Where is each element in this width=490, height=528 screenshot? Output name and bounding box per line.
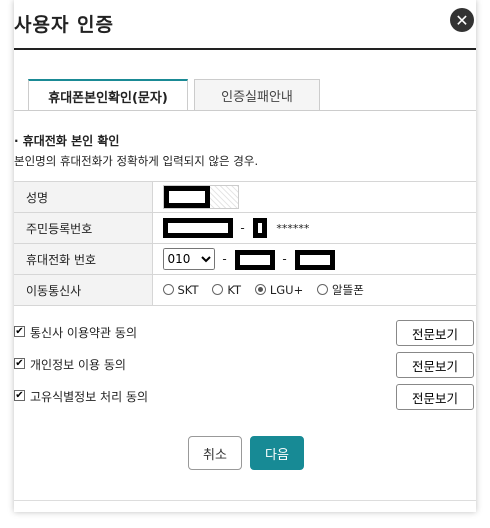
tab-phone-verify[interactable]: 휴대폰본인확인(문자): [28, 79, 188, 111]
rrn-dash: -: [240, 220, 245, 235]
carrier-radio-lgu[interactable]: LGU+: [254, 282, 304, 297]
radio-circle: [317, 284, 329, 296]
carrier-option-label: KT: [227, 282, 241, 297]
agreement-row-unique-id: ✔ 고유식별정보 처리 동의 전문보기: [14, 384, 476, 410]
bottom-divider: [14, 500, 476, 501]
rrn-label: 주민등록번호: [14, 212, 152, 244]
rrn-row: 주민등록번호 - ******: [14, 212, 476, 244]
radio-circle: [212, 284, 224, 296]
privacy-checkbox[interactable]: ✔: [14, 358, 25, 369]
phone-dash-2: -: [282, 252, 287, 266]
title-divider: [14, 48, 476, 50]
tab-divider: [14, 110, 476, 111]
auth-dialog: 사용자 인증 ✕ 휴대폰본인확인(문자) 인증실패안내 · 휴대전화 본인 확인…: [14, 0, 476, 512]
phone-dash-1: -: [222, 252, 227, 266]
phone-last-field[interactable]: [294, 249, 335, 270]
section-title: · 휴대전화 본인 확인: [14, 134, 120, 148]
unique-id-label: 고유식별정보 처리 동의: [30, 390, 149, 404]
unique-id-checkbox[interactable]: ✔: [14, 390, 25, 401]
cancel-button[interactable]: 취소: [188, 436, 242, 470]
phone-prefix-select[interactable]: 010: [162, 248, 215, 270]
name-row: 성명: [14, 181, 476, 213]
terms-view-button[interactable]: 전문보기: [396, 320, 474, 346]
carrier-radio-kt[interactable]: KT: [212, 283, 241, 297]
tab-auth-failure-guide[interactable]: 인증실패안내: [194, 79, 320, 111]
phone-row: 휴대전화 번호 010 - -: [14, 243, 476, 275]
redacted-name: [163, 186, 210, 208]
agreement-row-privacy: ✔ 개인정보 이용 동의 전문보기: [14, 352, 476, 378]
next-button[interactable]: 다음: [250, 436, 304, 470]
dialog-title: 사용자 인증: [14, 14, 115, 36]
agreement-row-terms: ✔ 통신사 이용약관 동의 전문보기: [14, 320, 476, 346]
carrier-option-label: LGU+: [269, 282, 304, 297]
carrier-row: 이동통신사 SKT KT LGU+ 알뜰폰: [14, 274, 476, 306]
privacy-view-button[interactable]: 전문보기: [396, 352, 474, 378]
terms-label: 통신사 이용약관 동의: [30, 326, 137, 340]
rrn-back-digit-field[interactable]: [252, 218, 267, 238]
privacy-label: 개인정보 이용 동의: [30, 358, 126, 372]
terms-checkbox[interactable]: ✔: [14, 326, 25, 337]
radio-circle: [162, 284, 174, 296]
rrn-front-field[interactable]: [162, 218, 233, 238]
unique-id-view-button[interactable]: 전문보기: [396, 384, 474, 410]
phone-label: 휴대전화 번호: [14, 243, 152, 275]
close-icon[interactable]: ✕: [450, 8, 474, 32]
section-description: 본인명의 휴대전화가 정확하게 입력되지 않은 경우.: [14, 154, 259, 168]
carrier-radio-mvno[interactable]: 알뜰폰: [317, 282, 364, 298]
phone-middle-field[interactable]: [234, 249, 275, 270]
name-label: 성명: [14, 181, 152, 213]
verification-form: 성명 주민등록번호 - ****** 휴대전화 번호 010 - - 이동통신사…: [14, 181, 476, 306]
carrier-radio-skt[interactable]: SKT: [162, 282, 199, 297]
carrier-label: 이동통신사: [14, 274, 152, 306]
radio-circle-selected: [254, 284, 266, 296]
carrier-option-label: SKT: [177, 282, 199, 297]
carrier-option-label: 알뜰폰: [332, 282, 364, 297]
rrn-mask: ******: [276, 221, 310, 235]
name-field[interactable]: [162, 185, 239, 209]
